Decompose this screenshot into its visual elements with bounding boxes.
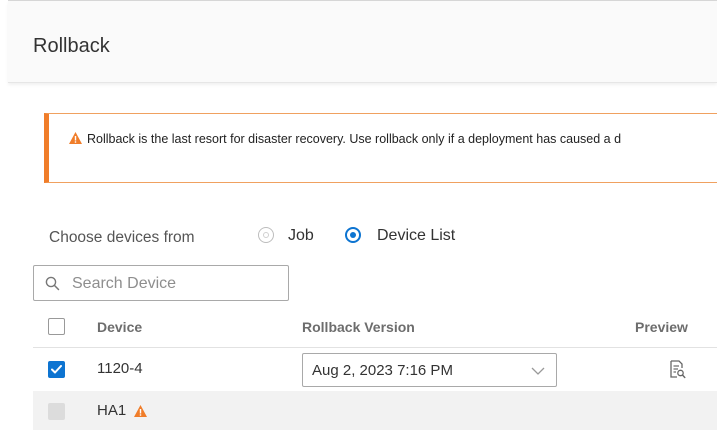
table-header-divider (33, 347, 717, 348)
device-name: HA1 (97, 402, 127, 419)
radio-job-label[interactable]: Job (288, 227, 314, 245)
row-checkbox-ha1 (48, 403, 65, 420)
search-icon (45, 276, 60, 291)
warning-icon (134, 405, 147, 417)
search-input[interactable] (70, 272, 284, 296)
page-title: Rollback (33, 35, 110, 57)
column-header-device: Device (97, 319, 143, 335)
row-checkbox-1120-4[interactable] (48, 361, 65, 378)
choose-devices-label: Choose devices from (49, 229, 195, 246)
preview-document-icon[interactable] (669, 360, 686, 379)
dialog-header: Rollback (8, 1, 717, 83)
radio-device-list-label[interactable]: Device List (377, 227, 455, 245)
rollback-version-value: Aug 2, 2023 7:16 PM (312, 362, 453, 379)
device-name: 1120-4 (97, 360, 143, 377)
column-header-rollback-version: Rollback Version (302, 319, 415, 335)
column-header-preview: Preview (635, 319, 688, 335)
search-box[interactable] (33, 265, 289, 301)
rollback-version-select[interactable]: Aug 2, 2023 7:16 PM (302, 353, 557, 387)
chevron-down-icon (531, 367, 545, 375)
warning-alert: Rollback is the last resort for disaster… (44, 113, 717, 183)
warning-icon (69, 132, 82, 144)
alert-message: Rollback is the last resort for disaster… (87, 132, 622, 146)
radio-job[interactable] (258, 227, 274, 243)
select-all-checkbox[interactable] (48, 318, 65, 335)
checkmark-icon (51, 365, 62, 374)
radio-device-list[interactable] (345, 227, 361, 243)
